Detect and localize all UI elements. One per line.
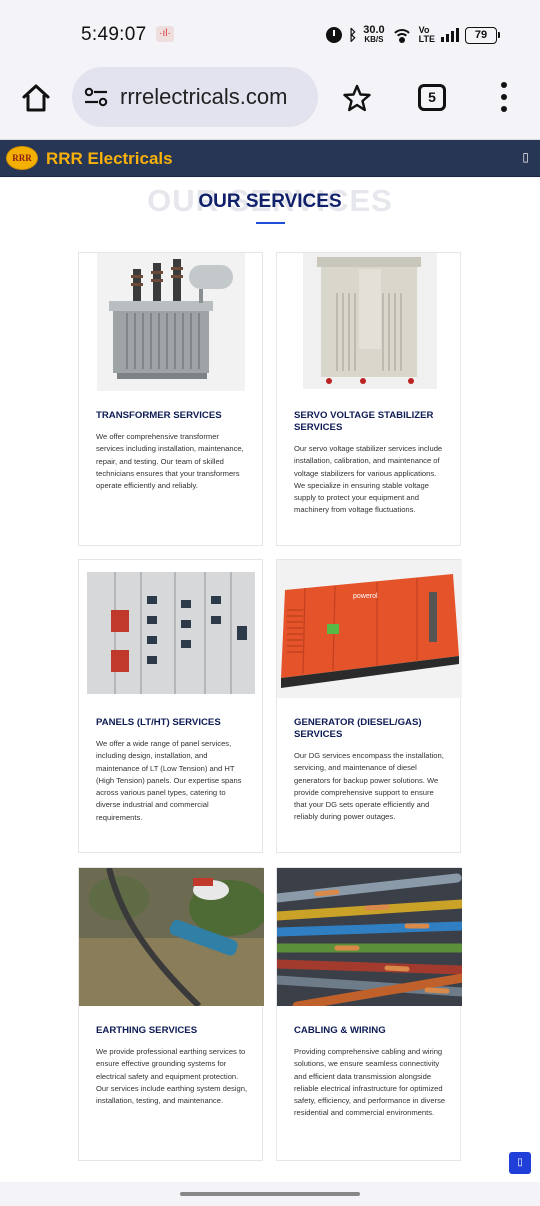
network-speed-unit: KB/S: [364, 35, 384, 44]
more-menu-icon[interactable]: [499, 82, 509, 112]
menu-toggle-icon[interactable]: ▯: [522, 150, 529, 164]
services-section: OUR SERVICES OUR SERVICES TRANSFORMER SE…: [0, 178, 540, 1182]
tab-switcher-button[interactable]: 5: [418, 84, 446, 111]
site-settings-icon[interactable]: [84, 87, 108, 107]
status-icons: ᛒ 30.0 KB/S Vo LTE 79: [326, 24, 500, 46]
address-bar[interactable]: rrrelectricals.com: [72, 67, 318, 127]
battery-icon: 79: [465, 26, 500, 44]
network-speed: 30.0 KB/S: [363, 24, 385, 45]
service-description: Our servo voltage stabilizer services in…: [294, 444, 443, 515]
service-description: Providing comprehensive cabling and wiri…: [294, 1047, 446, 1118]
service-title: EARTHING SERVICES: [96, 1025, 198, 1036]
status-time: 5:49:07: [81, 24, 147, 45]
cabling-image: [277, 868, 462, 1006]
servo-stabilizer-image: [303, 253, 437, 389]
service-description: We offer a wide range of panel services,…: [96, 739, 242, 822]
gesture-handle[interactable]: [180, 1192, 360, 1196]
service-card-servo-stabilizer[interactable]: SERVO VOLTAGE STABILIZER SERVICES Our se…: [276, 252, 461, 546]
bookmark-star-icon[interactable]: [343, 84, 371, 112]
site-header: RRR RRR Electricals ▯: [0, 140, 540, 177]
signal-icon: [441, 28, 459, 42]
generator-image: powerol: [277, 560, 462, 698]
service-card-cabling[interactable]: CABLING & WIRING Providing comprehensive…: [276, 867, 462, 1161]
service-card-transformer[interactable]: TRANSFORMER SERVICES We offer comprehens…: [78, 252, 263, 546]
service-description: We provide professional earthing service…: [96, 1047, 248, 1106]
bluetooth-icon: ᛒ: [348, 26, 358, 44]
wifi-icon: [390, 27, 413, 43]
service-card-generator[interactable]: powerol GENERATOR (DIESEL/GAS) SERVICES …: [276, 559, 462, 853]
generator-brand-label: powerol: [353, 593, 378, 600]
transformer-image: [97, 253, 245, 391]
service-description: Our DG services encompass the installati…: [294, 751, 444, 822]
network-speed-value: 30.0: [363, 24, 385, 36]
service-title: GENERATOR (DIESEL/GAS) SERVICES: [294, 717, 422, 740]
alarm-icon: [326, 27, 343, 43]
url-text[interactable]: rrrelectricals.com: [120, 84, 287, 110]
battery-level: 79: [465, 26, 497, 44]
service-card-panels[interactable]: PANELS (LT/HT) SERVICES We offer a wide …: [78, 559, 263, 853]
service-card-earthing[interactable]: EARTHING SERVICES We provide professiona…: [78, 867, 264, 1161]
service-description: We offer comprehensive transformer servi…: [96, 432, 244, 491]
panels-image: [87, 566, 255, 696]
scroll-to-top-button[interactable]: ▯: [509, 1152, 531, 1174]
volte-line2: LTE: [418, 34, 435, 44]
home-icon[interactable]: [20, 82, 52, 114]
volte-indicator: Vo LTE: [419, 26, 435, 44]
service-title: CABLING & WIRING: [294, 1025, 386, 1036]
service-title: TRANSFORMER SERVICES: [96, 410, 222, 421]
earthing-image: [79, 868, 264, 1006]
brand-logo[interactable]: RRR: [6, 146, 38, 170]
service-title: PANELS (LT/HT) SERVICES: [96, 717, 221, 728]
brand-name[interactable]: RRR Electricals: [46, 149, 173, 169]
section-title: OUR SERVICES: [198, 191, 342, 212]
system-nav-bar: [0, 1182, 540, 1206]
voice-recorder-icon: ·ıl·: [156, 26, 174, 42]
status-bar: 5:49:07 ·ıl· ᛒ 30.0 KB/S Vo LTE 79: [0, 0, 540, 66]
browser-toolbar: rrrelectricals.com 5: [0, 66, 540, 140]
service-title: SERVO VOLTAGE STABILIZER SERVICES: [294, 410, 434, 433]
title-underline: [256, 222, 285, 224]
